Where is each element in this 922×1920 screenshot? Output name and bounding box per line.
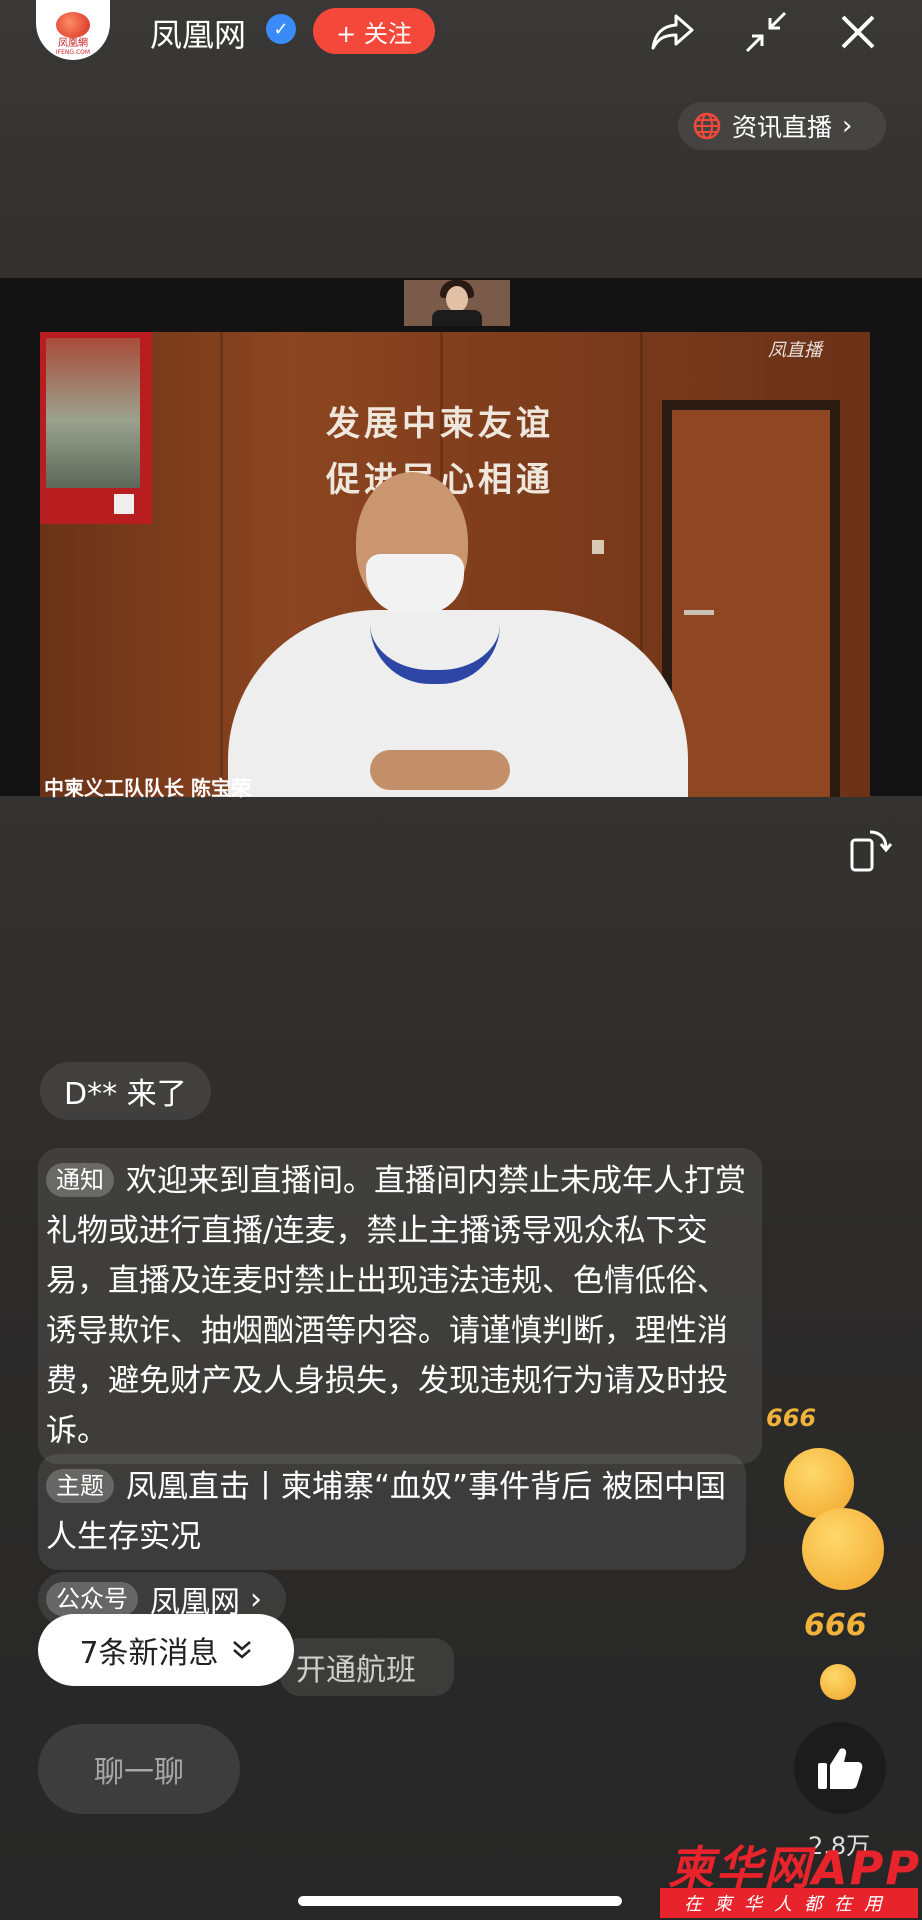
new-messages-label: 7条新消息 (79, 1636, 219, 1671)
account-name[interactable]: 凤凰网 (150, 10, 246, 56)
public-account-tag: 公众号 (46, 1582, 138, 1616)
notice-text: 欢迎来到直播间。直播间内禁止未成年人打赏礼物或进行直播/连麦，禁止主播诱导观众私… (46, 1163, 746, 1449)
door-panel (672, 410, 830, 797)
rotate-screen-icon[interactable] (848, 826, 893, 874)
chevron-right-icon: › (250, 1581, 262, 1617)
notice-tag: 通知 (46, 1163, 114, 1197)
follow-button[interactable]: + 关注 (313, 8, 435, 54)
logo-subtext: IFENG.COM (55, 49, 91, 56)
wall-photo-frame (40, 332, 152, 524)
door-handle (684, 610, 714, 615)
brand-watermark: 柬华网APP 在柬华人都在用 (660, 1832, 922, 1920)
phoenix-logo-icon (56, 12, 90, 38)
live-tag-label: 资讯直播 (732, 113, 833, 142)
faded-chat-message: 开通航班 (280, 1638, 454, 1696)
like-button[interactable] (794, 1722, 886, 1814)
smile-emoji-icon (820, 1664, 856, 1700)
home-indicator[interactable] (298, 1896, 622, 1906)
globe-icon (693, 112, 721, 140)
speaker-caption: 中柬义工队队长 陈宝荣 (44, 776, 251, 800)
reaction-666: 666 (766, 1404, 817, 1432)
minimize-icon[interactable] (742, 8, 790, 56)
thumbs-up-icon (818, 1748, 863, 1789)
speaker-hands (370, 750, 510, 790)
speaker-mask (366, 554, 464, 614)
verified-badge-icon: ✓ (266, 14, 296, 44)
host-pip-video[interactable] (404, 280, 510, 326)
join-message: D** 来了 (40, 1062, 211, 1120)
wall-switch (592, 540, 604, 554)
chevron-double-down-icon (232, 1641, 251, 1659)
new-messages-button[interactable]: 7条新消息 (38, 1614, 294, 1686)
topic-text: 凤凰直击丨柬埔寨“血奴”事件背后 被困中国人生存实况 (46, 1469, 726, 1555)
live-category-tag[interactable]: 资讯直播 › (678, 102, 886, 150)
reaction-666: 666 (804, 1608, 867, 1643)
topic-message: 主题 凤凰直击丨柬埔寨“血奴”事件背后 被困中国人生存实况 (38, 1454, 746, 1570)
brand-slogan: 在柬华人都在用 (660, 1888, 918, 1918)
chat-input[interactable]: 聊一聊 (38, 1724, 240, 1814)
video-watermark: 凤直播 (768, 340, 822, 361)
topic-tag: 主题 (46, 1469, 114, 1503)
pip-face (446, 286, 468, 312)
guest-video: 发展中柬友谊 促进民心相通 (40, 332, 870, 797)
smirk-emoji-icon (802, 1508, 884, 1590)
pip-body (432, 310, 482, 326)
door (662, 400, 840, 797)
chevron-right-icon: › (842, 111, 853, 141)
notice-message: 通知 欢迎来到直播间。直播间内禁止未成年人打赏礼物或进行直播/连麦，禁止主播诱导观… (38, 1148, 762, 1464)
wall-slogan-line1: 发展中柬友谊 (326, 404, 554, 444)
share-icon[interactable] (648, 8, 696, 56)
qr-code (114, 494, 134, 514)
logo-text: 凤凰網 (58, 38, 88, 49)
wall-panel-line (220, 332, 223, 797)
close-icon[interactable] (834, 8, 882, 56)
wall-photo (46, 338, 140, 488)
